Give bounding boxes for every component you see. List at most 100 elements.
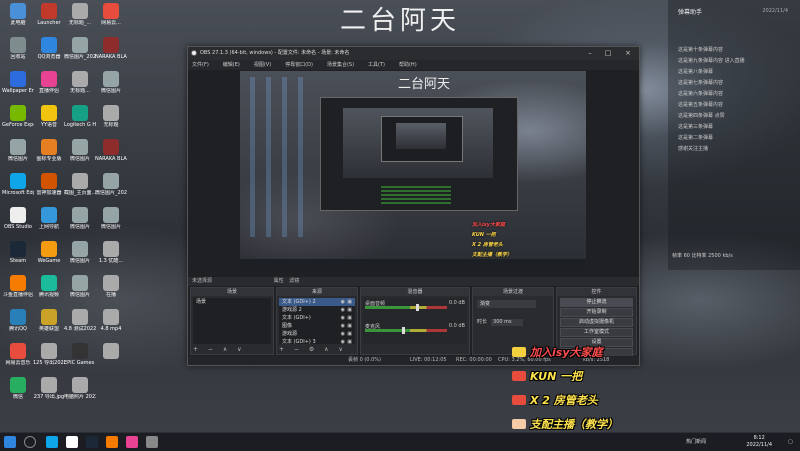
control-button[interactable]: 开始录制 <box>560 308 633 317</box>
desktop-icon[interactable] <box>95 342 127 382</box>
app-icon <box>10 343 26 359</box>
obs-window[interactable]: OBS 27.1.3 (64-bit, windows) - 配置文件: 未命名… <box>187 46 640 366</box>
eye-icon[interactable]: ◉ <box>341 338 345 346</box>
minimize-icon[interactable]: – <box>581 47 599 60</box>
source-item[interactable]: 文本 (GDI+) ◉ ▣ <box>279 314 355 322</box>
desktop-icon[interactable]: 微信 <box>2 376 34 416</box>
menu-item[interactable]: 工具(T) <box>368 62 385 68</box>
source-label: 文本 (GDI+) 2 <box>282 299 316 305</box>
desktop-icon[interactable]: 电脑照片 2022... <box>64 376 96 416</box>
desktop-icon[interactable]: 237 导出.jpg <box>33 376 65 416</box>
danmaku-line: 感谢关注主播 <box>678 146 709 152</box>
eye-icon[interactable]: ◉ <box>341 322 345 330</box>
transitions-header: 场景过渡 <box>473 288 553 296</box>
eye-icon[interactable]: ◉ <box>341 330 345 338</box>
desktop-icon-label: Steam <box>9 258 27 264</box>
transition-duration: 时长 300 ms <box>477 318 524 326</box>
tab-filters[interactable]: 滤镜 <box>289 278 299 284</box>
taskbar-app-icon[interactable] <box>86 436 98 448</box>
scene-item[interactable]: 场景 <box>193 298 271 306</box>
desktop-icon-label: NARAKA BLADEPOI... <box>95 54 127 60</box>
app-icon <box>72 37 88 53</box>
search-icon[interactable] <box>24 436 36 448</box>
source-item[interactable]: 游戏源 ◉ ▣ <box>279 330 355 338</box>
app-icon <box>10 309 26 325</box>
app-icon <box>103 105 119 121</box>
danmaku-line: 这是第七条弹幕内容 <box>678 80 724 86</box>
app-icon <box>10 105 26 121</box>
obs-titlebar[interactable]: OBS 27.1.3 (64-bit, windows) - 配置文件: 未命名… <box>188 47 639 60</box>
menu-item[interactable]: 停靠窗口(D) <box>285 62 313 68</box>
taskbar-app-icon[interactable] <box>46 436 58 448</box>
danmaku-line: 这是第八条弹幕 <box>678 69 714 75</box>
menu-item[interactable]: 编辑(E) <box>223 62 240 68</box>
desktop-icon-label: 腾讯QQ <box>9 326 27 332</box>
scenes-toolbar[interactable]: + − ∧ ∨ <box>193 346 246 353</box>
overlay-badge-icon <box>512 395 526 405</box>
taskbar-app-icon[interactable] <box>66 436 78 448</box>
sources-toolbar[interactable]: + − ⚙ ∧ ∨ <box>279 346 347 353</box>
desktop-icon-label: EPIC Games Launcher <box>64 360 96 366</box>
desktop-icon-label: 微信图片 <box>69 224 90 230</box>
lock-icon[interactable]: ▣ <box>347 298 352 306</box>
app-icon <box>72 207 88 223</box>
control-button[interactable]: 工作室模式 <box>560 328 633 337</box>
clock[interactable]: 8:12 2022/11/4 <box>746 435 772 449</box>
duration-input[interactable]: 300 ms <box>491 319 524 326</box>
app-icon <box>41 275 57 291</box>
desktop-icon-label: GeForce Experience <box>2 122 34 128</box>
danmaku-line: 这是第四条弹幕 点赞 <box>678 113 725 119</box>
obs-source-tabs: 未选择源 属性 滤镜 <box>188 277 639 286</box>
app-icon <box>103 207 119 223</box>
overlay-badge-icon <box>512 419 526 429</box>
desktop-icon-label: 无标题 <box>103 122 119 128</box>
danmaku-line: 这是第二条弹幕 <box>678 135 714 141</box>
scenes-header: 场景 <box>191 288 273 296</box>
wallpaper-title: 二台阿天 <box>340 6 461 36</box>
desktop-icon-label: WeGame <box>37 258 61 264</box>
taskbar-app-icon[interactable] <box>106 436 118 448</box>
taskbar-app-icon[interactable] <box>126 436 138 448</box>
tab-properties[interactable]: 属性 <box>274 278 284 284</box>
eye-icon[interactable]: ◉ <box>341 314 345 322</box>
app-icon <box>72 275 88 291</box>
app-icon <box>41 3 57 19</box>
app-icon <box>41 173 57 189</box>
control-button[interactable]: 停止推流 <box>560 298 633 307</box>
menu-item[interactable]: 文件(F) <box>192 62 209 68</box>
desktop-icon-label: 雷神加速器 <box>36 190 62 196</box>
close-icon[interactable]: × <box>619 47 637 60</box>
desktop-icon-grid: 此电脑 Launcher 无标题_... 网易云... 回收站 QQ浏览器 微信图片_202… <box>0 0 160 430</box>
eye-icon[interactable]: ◉ <box>341 298 345 306</box>
lock-icon[interactable]: ▣ <box>347 322 352 330</box>
source-item[interactable]: 图像 ◉ ▣ <box>279 322 355 330</box>
control-button[interactable]: 启动虚拟摄像机 <box>560 318 633 327</box>
volume-slider[interactable] <box>401 327 405 334</box>
preview-title: 二台阿天 <box>398 77 451 92</box>
menu-item[interactable]: 场景集合(S) <box>327 62 354 68</box>
desktop-icon-label: Launcher <box>37 20 61 26</box>
overlay-text: KUN 一把 <box>530 370 583 383</box>
source-item[interactable]: 文本 (GDI+) 2 ◉ ▣ <box>279 298 355 306</box>
lock-icon[interactable]: ▣ <box>347 338 352 346</box>
source-item[interactable]: 文本 (GDI+) 3 ◉ ▣ <box>279 338 355 346</box>
transition-select[interactable]: 渐变 <box>477 300 536 308</box>
menu-item[interactable]: 视图(V) <box>254 62 271 68</box>
eye-icon[interactable]: ◉ <box>341 306 345 314</box>
volume-slider[interactable] <box>415 304 419 311</box>
source-label: 文本 (GDI+) <box>282 315 311 321</box>
lock-icon[interactable]: ▣ <box>347 330 352 338</box>
lock-icon[interactable]: ▣ <box>347 314 352 322</box>
app-icon <box>10 377 26 393</box>
app-icon <box>10 71 26 87</box>
notification-icon[interactable]: ▢ <box>788 433 793 451</box>
tray-news[interactable]: 热门新闻 <box>686 433 706 451</box>
obs-preview[interactable]: 二台阿天 加入isy大家庭 KUN 一把 X 2 房管老头 支配主播（教学） <box>240 71 586 267</box>
lock-icon[interactable]: ▣ <box>347 306 352 314</box>
menu-item[interactable]: 帮助(H) <box>399 62 417 68</box>
app-icon <box>103 241 119 257</box>
start-icon[interactable] <box>4 436 16 448</box>
maximize-icon[interactable]: □ <box>599 47 617 60</box>
taskbar-app-icon[interactable] <box>146 436 158 448</box>
source-item[interactable]: 游戏源 2 ◉ ▣ <box>279 306 355 314</box>
